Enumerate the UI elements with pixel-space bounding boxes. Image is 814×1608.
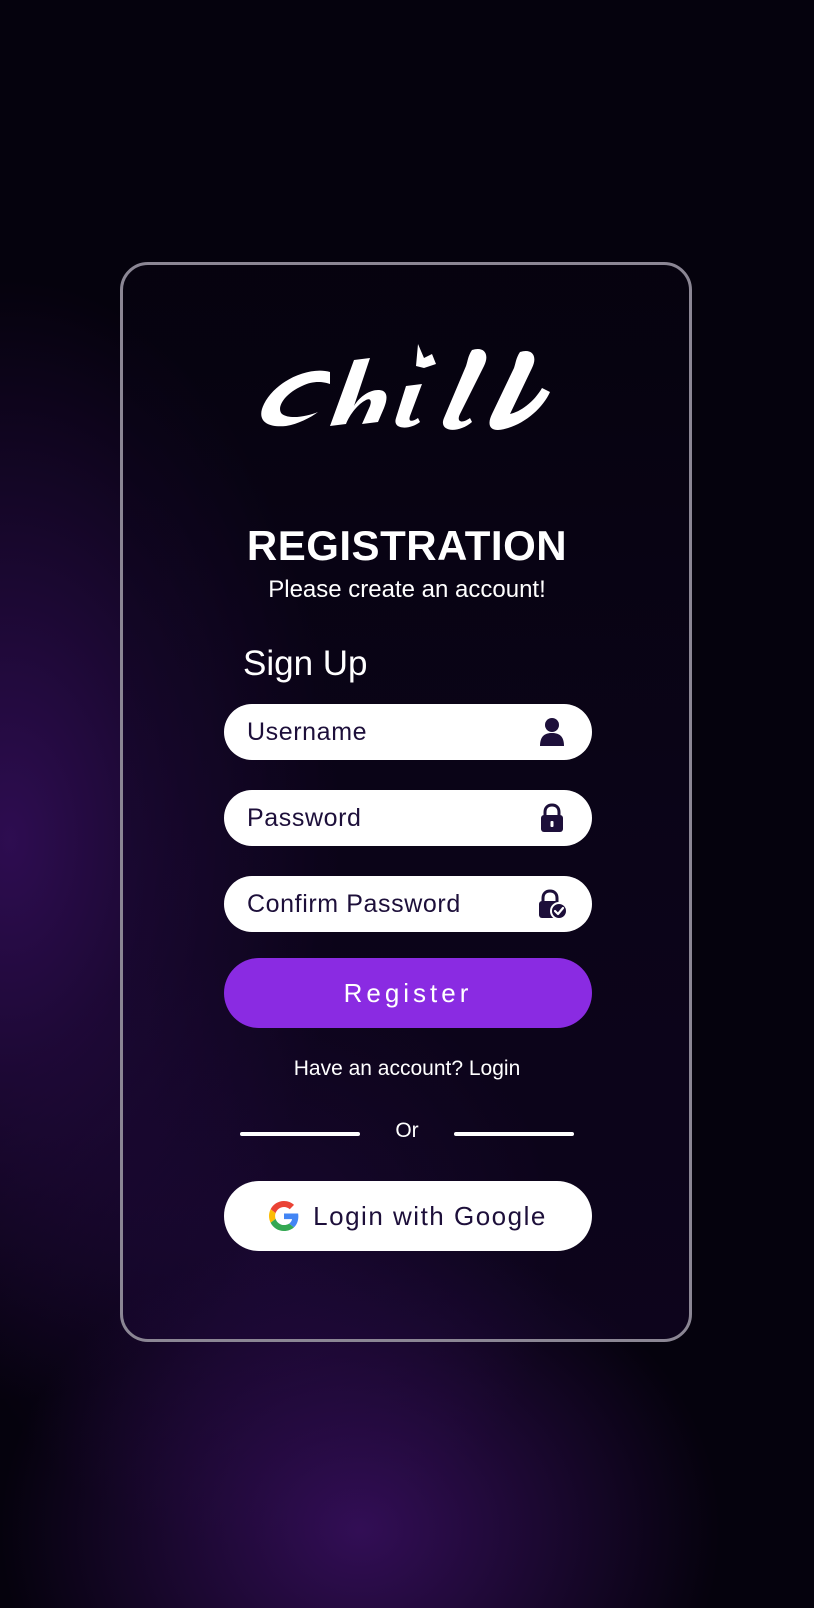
lock-icon [541,803,563,832]
confirm-password-field [224,876,592,932]
username-input[interactable] [247,704,517,760]
divider-or-text: Or [395,1119,419,1142]
signup-heading: Sign Up [243,644,368,683]
user-icon [540,718,564,746]
have-account-row: Have an account? Login [0,1057,814,1081]
register-button[interactable]: Register [224,958,592,1028]
google-login-button[interactable]: Login with Google [224,1181,592,1251]
username-field [224,704,592,760]
password-input[interactable] [247,790,517,846]
lock-check-icon [539,889,568,920]
page-subtitle: Please create an account! [268,576,546,603]
password-field [224,790,592,846]
divider-line-right [454,1132,574,1136]
google-icon [269,1201,299,1231]
confirm-password-input[interactable] [247,876,517,932]
login-link[interactable]: Login [469,1057,520,1080]
google-login-label: Login with Google [313,1200,547,1231]
page-title: REGISTRATION [246,522,568,569]
chill-logo [261,344,550,430]
have-account-text: Have an account? [293,1057,464,1080]
